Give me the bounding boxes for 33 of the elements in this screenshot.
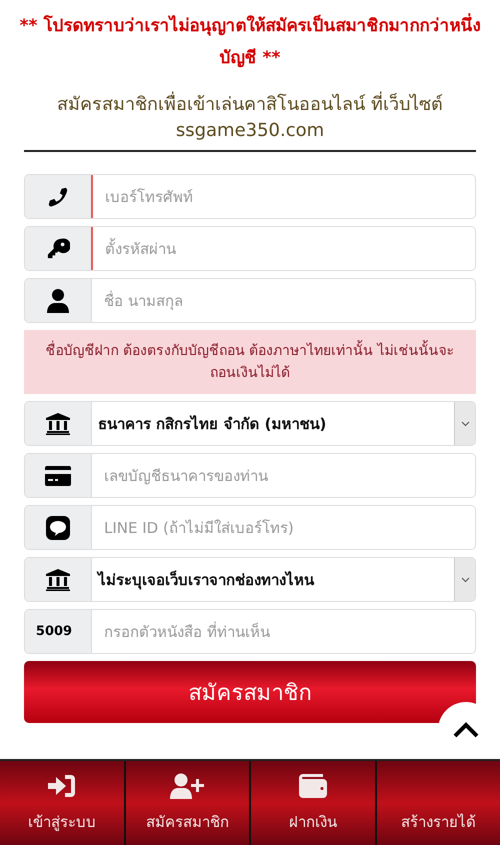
input-field[interactable]: เลขบัญชีธนาคารของท่าน (24, 453, 476, 498)
caret-icon (460, 576, 470, 582)
register-button[interactable]: สมัครสมาชิก (24, 661, 476, 723)
nav-tab[interactable]: เข้าสู่ระบบ (0, 761, 124, 845)
chevron-up-icon (453, 722, 479, 738)
wallet-icon (298, 774, 327, 798)
dropdown[interactable]: ไม่ระบุเจอเว็บเราจากช่องทางไหน (24, 557, 476, 602)
caret-icon (460, 420, 470, 426)
login-icon (48, 774, 76, 798)
bank-icon (46, 412, 70, 434)
chat-bubble-icon (46, 516, 70, 540)
alert-message: ชื่อบัญชีฝาก ต้องตรงกับบัญชีถอน ต้องภาษาไทยเท่านั้น ไม่เช่นนั้นจะถอนเงินไม่ได้ (24, 330, 476, 394)
key-icon (46, 238, 70, 260)
nav-tab[interactable]: ฝากเงิน (251, 761, 374, 845)
dropdown-value: ไม่ระบุเจอเว็บเราจากช่องทางไหน (96, 570, 316, 592)
bank-icon (46, 568, 70, 590)
user-plus-icon (170, 773, 204, 799)
dropdown[interactable]: ธนาคาร กสิกรไทย จำกัด (มหาชน) (24, 401, 476, 446)
phone-icon (47, 186, 69, 208)
captcha-code: 5009 (36, 624, 72, 639)
input-field[interactable]: ตั้งรหัสผ่าน (24, 226, 476, 271)
input-field[interactable]: LINE ID (ถ้าไม่มีใส่เบอร์โทร) (24, 505, 476, 550)
warning-text: ** โปรดทราบว่าเราไม่อนุญาตให้สมัครเป็นสมาชิกมากกว่าหนึ่งบัญชี ** (8, 10, 492, 74)
nav-tab[interactable]: สร้างรายได้ (376, 761, 500, 845)
card-icon (45, 466, 71, 486)
site-address: ssgame350.com (176, 119, 324, 143)
input-field[interactable]: 5009 กรอกตัวหนังสือ ที่ท่านเห็น (24, 609, 476, 654)
input-field[interactable]: เบอร์โทรศัพท์ (24, 174, 476, 219)
input-field[interactable]: ชื่อ นามสกุล (24, 278, 476, 323)
dropdown-value: ธนาคาร กสิกรไทย จำกัด (มหาชน) (97, 414, 328, 434)
nav-tab[interactable]: สมัครสมาชิก (126, 761, 249, 845)
page-heading: สมัครสมาชิกเพื่อเข้าเล่นคาสิโนออนไลน์ ที่เว็บไซต์ (57, 92, 443, 118)
user-icon (47, 288, 69, 312)
